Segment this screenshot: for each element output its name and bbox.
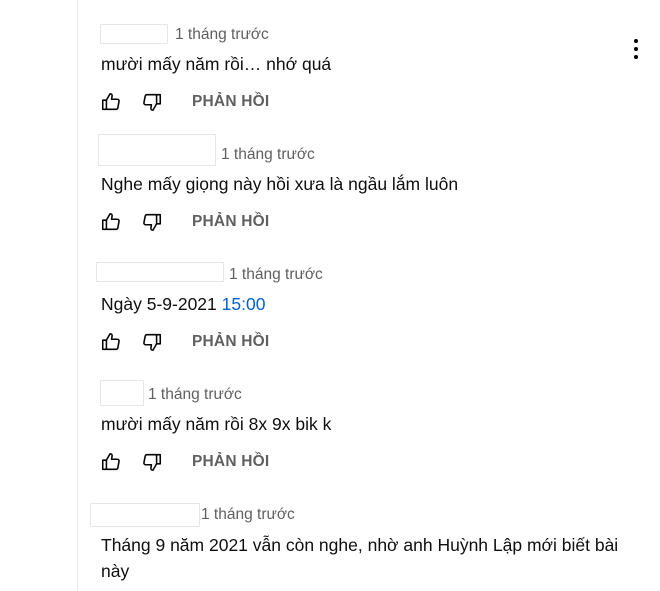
comment-actions: PHẢN HỒI — [100, 450, 269, 474]
author-name-redacted[interactable] — [100, 380, 144, 406]
comment-text: mười mấy năm rồi 8x 9x bik k — [101, 414, 332, 434]
thumbs-down-icon[interactable] — [141, 331, 163, 353]
comments-panel: 1 tháng trước mười mấy năm rồi… nhớ quá … — [0, 0, 660, 591]
comment-time[interactable]: 1 tháng trước — [201, 505, 295, 525]
thumbs-down-icon[interactable] — [141, 211, 163, 233]
author-name-redacted[interactable] — [100, 24, 168, 44]
thumbs-up-icon[interactable] — [100, 331, 122, 353]
comment-actions: PHẢN HỒI — [100, 90, 269, 114]
thumbs-down-icon[interactable] — [141, 451, 163, 473]
author-name-redacted[interactable] — [96, 262, 224, 282]
comment-time[interactable]: 1 tháng trước — [229, 265, 323, 285]
comment-time[interactable]: 1 tháng trước — [148, 385, 242, 405]
comment-actions: PHẢN HỒI — [100, 210, 269, 234]
reply-button[interactable]: PHẢN HỒI — [192, 213, 269, 231]
redacted-avatar-column — [0, 0, 78, 591]
comment-time[interactable]: 1 tháng trước — [175, 25, 269, 45]
timestamp-link[interactable]: 15:00 — [222, 294, 266, 314]
thumbs-up-icon[interactable] — [100, 211, 122, 233]
reply-button[interactable]: PHẢN HỒI — [192, 453, 269, 471]
comment-text-content: Ngày 5-9-2021 — [101, 294, 222, 314]
author-name-redacted[interactable] — [98, 134, 216, 166]
comment-text: mười mấy năm rồi… nhớ quá — [101, 54, 332, 74]
comment-actions: PHẢN HỒI — [100, 330, 269, 354]
comment-text: Nghe mấy giọng này hồi xưa là ngầu lắm l… — [101, 174, 459, 194]
comment-text: Ngày 5-9-2021 15:00 — [101, 291, 641, 317]
thumbs-up-icon[interactable] — [100, 91, 122, 113]
author-name-redacted[interactable] — [90, 503, 200, 527]
reply-button[interactable]: PHẢN HỒI — [192, 333, 269, 351]
comment-text: Tháng 9 năm 2021 vẫn còn nghe, nhờ anh H… — [101, 535, 619, 581]
comment-time[interactable]: 1 tháng trước — [221, 145, 315, 165]
thumbs-up-icon[interactable] — [100, 451, 122, 473]
thumbs-down-icon[interactable] — [141, 91, 163, 113]
reply-button[interactable]: PHẢN HỒI — [192, 93, 269, 111]
